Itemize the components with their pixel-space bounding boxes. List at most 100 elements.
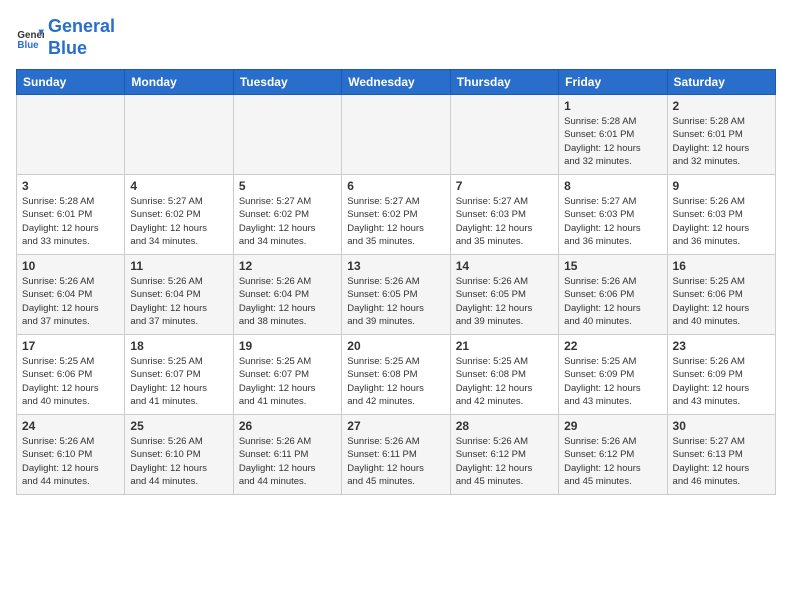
calendar-cell (17, 95, 125, 175)
calendar-cell: 2 Sunrise: 5:28 AMSunset: 6:01 PMDaylight… (667, 95, 775, 175)
calendar-cell: 13 Sunrise: 5:26 AMSunset: 6:05 PMDayligh… (342, 255, 450, 335)
day-info: Sunrise: 5:28 AMSunset: 6:01 PMDaylight:… (673, 115, 770, 168)
day-info: Sunrise: 5:27 AMSunset: 6:03 PMDaylight:… (564, 195, 661, 248)
calendar-cell: 1 Sunrise: 5:28 AMSunset: 6:01 PMDaylight… (559, 95, 667, 175)
day-info: Sunrise: 5:28 AMSunset: 6:01 PMDaylight:… (22, 195, 119, 248)
calendar-week-row: 10 Sunrise: 5:26 AMSunset: 6:04 PMDayligh… (17, 255, 776, 335)
day-info: Sunrise: 5:26 AMSunset: 6:11 PMDaylight:… (239, 435, 336, 488)
calendar-cell: 5Sunrise: 5:27 AMSunset: 6:02 PMDaylight… (233, 175, 341, 255)
day-number: 20 (347, 339, 444, 353)
day-number: 23 (673, 339, 770, 353)
calendar-cell: 3 Sunrise: 5:28 AMSunset: 6:01 PMDaylight… (17, 175, 125, 255)
calendar-cell: 10 Sunrise: 5:26 AMSunset: 6:04 PMDayligh… (17, 255, 125, 335)
day-number: 25 (130, 419, 227, 433)
day-number: 2 (673, 99, 770, 113)
weekday-header: Thursday (450, 70, 558, 95)
day-number: 24 (22, 419, 119, 433)
day-info: Sunrise: 5:27 AMSunset: 6:02 PMDaylight:… (239, 195, 336, 248)
calendar-cell: 14Sunrise: 5:26 AMSunset: 6:05 PMDayligh… (450, 255, 558, 335)
day-number: 22 (564, 339, 661, 353)
day-info: Sunrise: 5:27 AMSunset: 6:03 PMDaylight:… (456, 195, 553, 248)
logo-text: GeneralBlue (48, 16, 115, 59)
weekday-header: Friday (559, 70, 667, 95)
day-info: Sunrise: 5:27 AMSunset: 6:13 PMDaylight:… (673, 435, 770, 488)
calendar-cell (125, 95, 233, 175)
calendar-cell (233, 95, 341, 175)
calendar-cell: 30 Sunrise: 5:27 AMSunset: 6:13 PMDayligh… (667, 415, 775, 495)
day-info: Sunrise: 5:26 AMSunset: 6:05 PMDaylight:… (347, 275, 444, 328)
calendar-cell: 6Sunrise: 5:27 AMSunset: 6:02 PMDaylight… (342, 175, 450, 255)
calendar-cell: 25 Sunrise: 5:26 AMSunset: 6:10 PMDayligh… (125, 415, 233, 495)
day-number: 28 (456, 419, 553, 433)
page-header: General Blue GeneralBlue (16, 16, 776, 59)
day-info: Sunrise: 5:28 AMSunset: 6:01 PMDaylight:… (564, 115, 661, 168)
calendar-week-row: 24 Sunrise: 5:26 AMSunset: 6:10 PMDayligh… (17, 415, 776, 495)
day-info: Sunrise: 5:25 AMSunset: 6:09 PMDaylight:… (564, 355, 661, 408)
day-info: Sunrise: 5:25 AMSunset: 6:06 PMDaylight:… (22, 355, 119, 408)
calendar-cell: 15 Sunrise: 5:26 AMSunset: 6:06 PMDayligh… (559, 255, 667, 335)
calendar-cell: 18 Sunrise: 5:25 AMSunset: 6:07 PMDayligh… (125, 335, 233, 415)
calendar-cell (450, 95, 558, 175)
day-number: 12 (239, 259, 336, 273)
logo-icon: General Blue (16, 24, 44, 52)
calendar-cell: 12 Sunrise: 5:26 AMSunset: 6:04 PMDayligh… (233, 255, 341, 335)
day-number: 18 (130, 339, 227, 353)
weekday-header: Saturday (667, 70, 775, 95)
calendar-cell: 28 Sunrise: 5:26 AMSunset: 6:12 PMDayligh… (450, 415, 558, 495)
day-info: Sunrise: 5:26 AMSunset: 6:10 PMDaylight:… (130, 435, 227, 488)
day-number: 3 (22, 179, 119, 193)
day-info: Sunrise: 5:27 AMSunset: 6:02 PMDaylight:… (130, 195, 227, 248)
logo: General Blue GeneralBlue (16, 16, 115, 59)
calendar-cell: 4 Sunrise: 5:27 AMSunset: 6:02 PMDaylight… (125, 175, 233, 255)
day-info: Sunrise: 5:26 AMSunset: 6:04 PMDaylight:… (239, 275, 336, 328)
day-number: 11 (130, 259, 227, 273)
day-number: 8 (564, 179, 661, 193)
day-number: 13 (347, 259, 444, 273)
day-info: Sunrise: 5:26 AMSunset: 6:10 PMDaylight:… (22, 435, 119, 488)
day-number: 16 (673, 259, 770, 273)
weekday-header: Sunday (17, 70, 125, 95)
day-number: 6 (347, 179, 444, 193)
weekday-header: Monday (125, 70, 233, 95)
day-number: 27 (347, 419, 444, 433)
day-info: Sunrise: 5:26 AMSunset: 6:12 PMDaylight:… (456, 435, 553, 488)
weekday-header: Wednesday (342, 70, 450, 95)
day-info: Sunrise: 5:26 AMSunset: 6:09 PMDaylight:… (673, 355, 770, 408)
calendar-cell: 8 Sunrise: 5:27 AMSunset: 6:03 PMDaylight… (559, 175, 667, 255)
day-info: Sunrise: 5:26 AMSunset: 6:11 PMDaylight:… (347, 435, 444, 488)
calendar-header-row: SundayMondayTuesdayWednesdayThursdayFrid… (17, 70, 776, 95)
calendar-cell: 21Sunrise: 5:25 AMSunset: 6:08 PMDayligh… (450, 335, 558, 415)
calendar-table: SundayMondayTuesdayWednesdayThursdayFrid… (16, 69, 776, 495)
day-info: Sunrise: 5:25 AMSunset: 6:07 PMDaylight:… (239, 355, 336, 408)
calendar-cell: 23 Sunrise: 5:26 AMSunset: 6:09 PMDayligh… (667, 335, 775, 415)
weekday-header: Tuesday (233, 70, 341, 95)
day-number: 14 (456, 259, 553, 273)
day-number: 21 (456, 339, 553, 353)
calendar-cell: 7 Sunrise: 5:27 AMSunset: 6:03 PMDaylight… (450, 175, 558, 255)
day-info: Sunrise: 5:26 AMSunset: 6:12 PMDaylight:… (564, 435, 661, 488)
day-info: Sunrise: 5:25 AMSunset: 6:07 PMDaylight:… (130, 355, 227, 408)
day-info: Sunrise: 5:26 AMSunset: 6:04 PMDaylight:… (22, 275, 119, 328)
day-number: 15 (564, 259, 661, 273)
day-number: 19 (239, 339, 336, 353)
day-info: Sunrise: 5:26 AMSunset: 6:06 PMDaylight:… (564, 275, 661, 328)
svg-text:Blue: Blue (17, 39, 39, 50)
day-info: Sunrise: 5:26 AMSunset: 6:03 PMDaylight:… (673, 195, 770, 248)
day-info: Sunrise: 5:25 AMSunset: 6:08 PMDaylight:… (347, 355, 444, 408)
day-number: 10 (22, 259, 119, 273)
calendar-cell: 9 Sunrise: 5:26 AMSunset: 6:03 PMDaylight… (667, 175, 775, 255)
day-number: 1 (564, 99, 661, 113)
day-number: 4 (130, 179, 227, 193)
day-number: 30 (673, 419, 770, 433)
day-info: Sunrise: 5:25 AMSunset: 6:06 PMDaylight:… (673, 275, 770, 328)
calendar-cell: 16 Sunrise: 5:25 AMSunset: 6:06 PMDayligh… (667, 255, 775, 335)
calendar-cell: 20 Sunrise: 5:25 AMSunset: 6:08 PMDayligh… (342, 335, 450, 415)
calendar-cell: 11 Sunrise: 5:26 AMSunset: 6:04 PMDayligh… (125, 255, 233, 335)
day-number: 26 (239, 419, 336, 433)
day-info: Sunrise: 5:26 AMSunset: 6:04 PMDaylight:… (130, 275, 227, 328)
day-number: 9 (673, 179, 770, 193)
calendar-cell (342, 95, 450, 175)
calendar-week-row: 3 Sunrise: 5:28 AMSunset: 6:01 PMDaylight… (17, 175, 776, 255)
calendar-cell: 27 Sunrise: 5:26 AMSunset: 6:11 PMDayligh… (342, 415, 450, 495)
day-number: 7 (456, 179, 553, 193)
